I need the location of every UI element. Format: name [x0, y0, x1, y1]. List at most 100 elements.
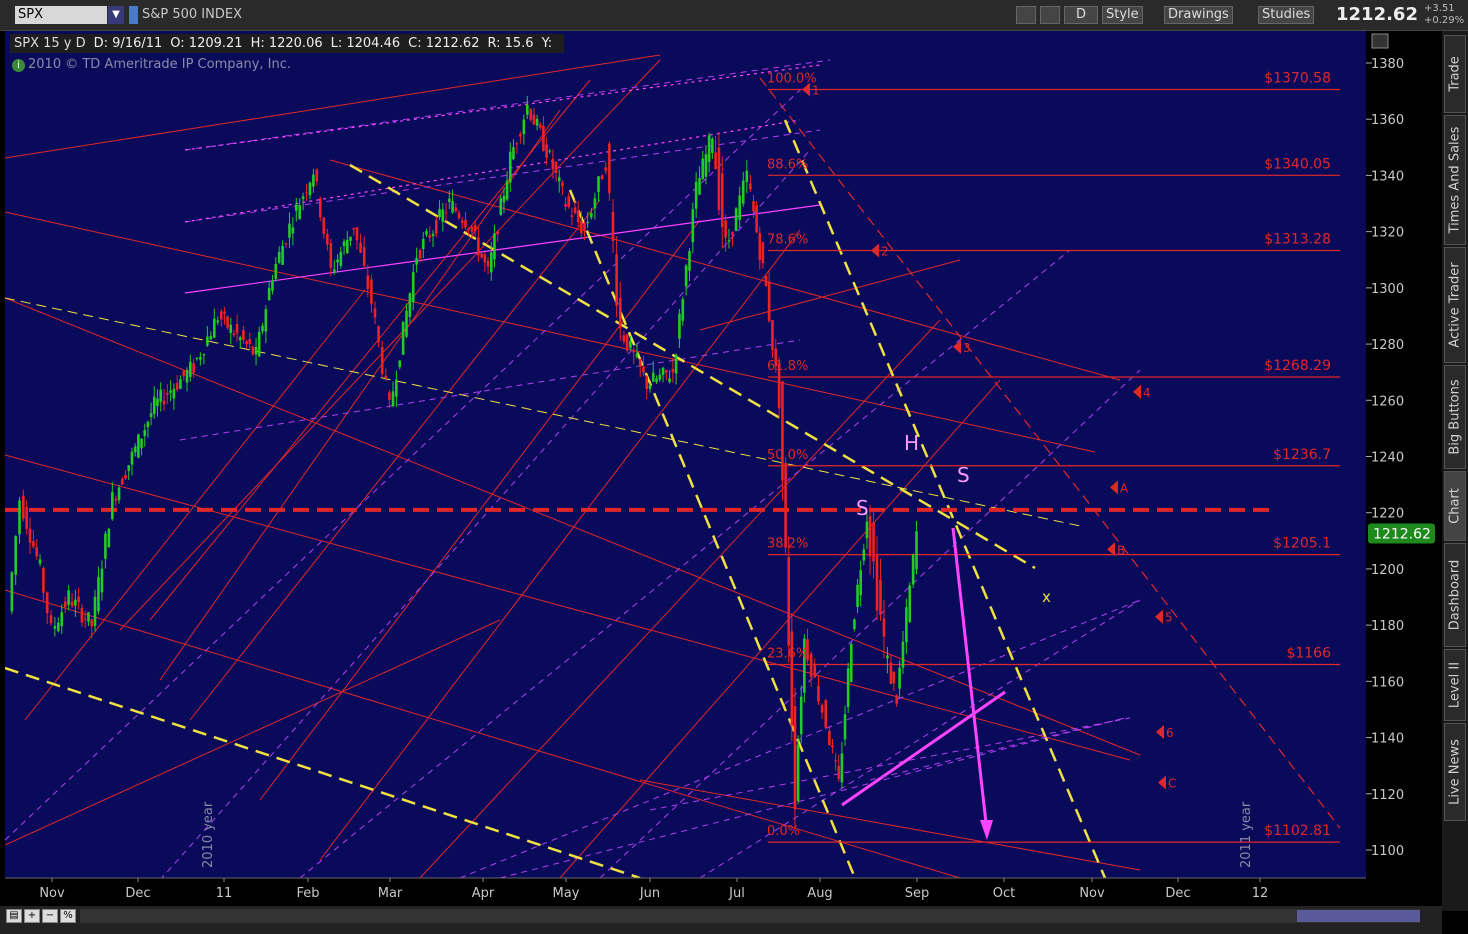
candle-body [911, 554, 915, 585]
zoom-out-icon[interactable]: − [42, 909, 58, 923]
candle-body [535, 118, 539, 126]
tab-active-trader[interactable]: Active Trader [1444, 247, 1466, 363]
candle-body [915, 531, 918, 570]
candle-body [388, 392, 391, 400]
candle-body [508, 151, 512, 183]
tab-big-buttons[interactable]: Big Buttons [1444, 365, 1466, 469]
violet-dashed-line [599, 369, 1141, 878]
candle-body [538, 124, 542, 128]
candle-body [336, 259, 339, 263]
marker-label: C [1168, 777, 1176, 791]
plot-layer [5, 54, 1341, 878]
tab-level-ii[interactable]: Level II [1444, 649, 1466, 721]
candle-body [42, 568, 45, 593]
price-axis-label: 1260 [1371, 394, 1404, 409]
tab-label: Active Trader [1447, 262, 1463, 348]
candle-body [831, 745, 834, 748]
candle-body [580, 220, 583, 234]
candle-body [515, 143, 519, 145]
candle-body [45, 592, 49, 614]
time-axis-label: 12 [1252, 886, 1269, 901]
candle-body [460, 220, 464, 224]
candle-body [714, 152, 717, 170]
candle-body [384, 375, 388, 378]
candle-body [720, 173, 724, 228]
candle-body [486, 261, 490, 267]
candle-body [179, 379, 182, 389]
candle-body [333, 269, 336, 272]
candle-body [477, 237, 480, 256]
candle-body [411, 272, 415, 303]
zoom-fit-icon[interactable]: ▤ [6, 909, 22, 923]
candle-body [767, 281, 771, 322]
marker-label: 5 [1165, 611, 1173, 625]
candle-body [868, 516, 872, 557]
candle-body [434, 219, 438, 234]
candle-body [213, 318, 216, 338]
candle-body [25, 506, 28, 529]
chart-svg: 100.0% $1370.58 88.6% $1340.05 78.6% $1313.28… [5, 33, 1435, 901]
price-axis-label: 1120 [1371, 788, 1404, 803]
price-axis-label: 1320 [1371, 226, 1404, 241]
current-price-label: 1212.62 [1373, 526, 1431, 542]
candle-body [671, 368, 675, 373]
tab-times-and-sales[interactable]: Times And Sales [1444, 115, 1466, 245]
candle-body [787, 557, 791, 646]
tab-label: Level II [1447, 661, 1463, 709]
candle-body [223, 311, 226, 314]
candle-body [781, 381, 784, 481]
candle-body [824, 700, 828, 728]
candle-body [625, 334, 629, 351]
candle-body [490, 252, 493, 273]
candle-body [473, 224, 477, 232]
percent-icon[interactable]: % [60, 909, 76, 923]
tab-trade[interactable]: Trade [1444, 35, 1466, 113]
candle-body [267, 287, 271, 301]
candle-body [140, 438, 143, 449]
red-trendline [24, 289, 366, 721]
candle-body [745, 170, 749, 182]
tab-label: Trade [1447, 56, 1463, 92]
candle-body [70, 601, 74, 607]
candle-body [380, 346, 384, 375]
tab-label: Live News [1447, 739, 1463, 805]
candle-body [301, 196, 305, 200]
tab-dashboard[interactable]: Dashboard [1444, 543, 1466, 647]
scrollbar-thumb[interactable] [1297, 910, 1420, 922]
candle-body [137, 434, 140, 458]
candle-body [892, 671, 896, 684]
candle-body [288, 223, 291, 238]
candle-body [281, 245, 284, 265]
fib-pct-label: 23.6% [767, 646, 808, 661]
candle-body [248, 339, 252, 344]
candle-body [18, 500, 21, 535]
fib-price-label: $1205.1 [1273, 536, 1331, 552]
candle-body [480, 253, 483, 258]
red-trendline [189, 199, 601, 721]
tab-live-news[interactable]: Live News [1444, 723, 1466, 821]
candle-body [345, 239, 349, 254]
candle-body [38, 559, 42, 564]
candle-body [438, 209, 441, 218]
candle-body [189, 361, 192, 377]
candle-body [454, 207, 458, 212]
candle-body [790, 631, 794, 726]
violet-dashed-line [299, 249, 1071, 878]
candle-body [655, 378, 658, 383]
price-axis-label: 1340 [1371, 169, 1404, 184]
tab-chart[interactable]: Chart [1444, 471, 1466, 541]
time-scrollbar[interactable] [80, 909, 1420, 923]
candle-body [755, 205, 758, 233]
candle-body [185, 370, 189, 383]
candle-body [165, 393, 169, 395]
info-icon[interactable]: i [12, 59, 25, 72]
zoom-in-icon[interactable]: + [24, 909, 40, 923]
candle-body [684, 265, 688, 287]
candle-body [405, 310, 408, 337]
candle-body [895, 695, 898, 704]
candle-body [451, 201, 454, 213]
candle-body [305, 191, 308, 193]
price-axis-label: 1360 [1371, 113, 1404, 128]
candle-body [359, 242, 362, 253]
time-axis-label: Aug [807, 886, 832, 901]
